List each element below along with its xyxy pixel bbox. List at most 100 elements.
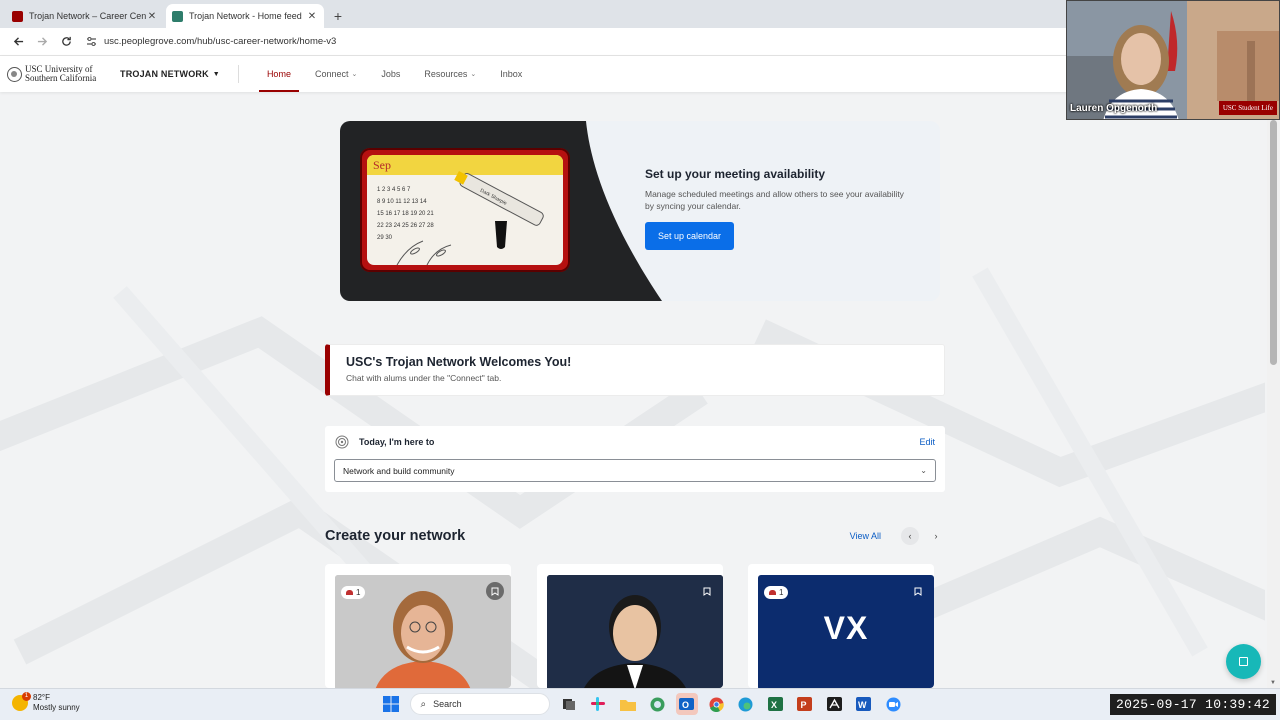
- bookmark-button[interactable]: [909, 582, 927, 600]
- svg-text:O: O: [682, 700, 689, 710]
- arrow-right-icon: [37, 37, 47, 46]
- tab-career-center[interactable]: Trojan Network – Career Center ✕: [6, 4, 164, 28]
- chat-button[interactable]: [1226, 644, 1261, 679]
- taskbar-search[interactable]: ⌕ Search: [409, 693, 550, 715]
- network-title: Create your network: [325, 528, 466, 544]
- usc-seal-icon: [7, 66, 22, 82]
- target-icon: [335, 435, 349, 449]
- video-call-tile: Lauren Opgenorth USC Student Life: [1066, 0, 1280, 120]
- acrobat-icon[interactable]: [823, 693, 845, 715]
- edit-intent-link[interactable]: Edit: [919, 437, 935, 447]
- file-explorer-icon[interactable]: [617, 693, 639, 715]
- hero-title: Set up your meeting availability: [645, 167, 826, 181]
- carousel-next-button[interactable]: ›: [927, 527, 945, 545]
- arrow-left-icon: [13, 37, 23, 46]
- bookmark-icon: [703, 587, 711, 596]
- recording-timestamp: 2025-09-17 10:39:42: [1110, 694, 1276, 715]
- svg-text:X: X: [771, 700, 777, 710]
- intent-label: Today, I'm here to: [359, 437, 435, 447]
- word-icon[interactable]: W: [853, 693, 875, 715]
- globe-app-icon[interactable]: [646, 693, 668, 715]
- windows-taskbar: 1 82°F Mostly sunny ⌕ Search O X P W 202…: [0, 688, 1280, 720]
- weather-condition: Mostly sunny: [33, 703, 80, 712]
- intent-card: Today, I'm here to Edit Network and buil…: [325, 426, 945, 492]
- reload-button[interactable]: [54, 30, 78, 54]
- task-view-icon[interactable]: [558, 693, 580, 715]
- intent-select[interactable]: Network and build community ⌄: [334, 459, 936, 482]
- welcome-banner: USC's Trojan Network Welcomes You! Chat …: [325, 344, 945, 396]
- address-bar[interactable]: usc.peoplegrove.com/hub/usc-career-netwo…: [84, 31, 1060, 53]
- logo-line-2: Southern California: [25, 73, 97, 83]
- svg-text:8 9 10 11 12 13 14: 8 9 10 11 12 13 14: [377, 199, 427, 205]
- carousel-prev-button[interactable]: ‹: [901, 527, 919, 545]
- back-button[interactable]: [6, 30, 30, 54]
- zoom-icon[interactable]: [882, 693, 904, 715]
- nav-home[interactable]: Home: [255, 56, 303, 92]
- brand-name: TROJAN NETWORK: [120, 69, 209, 79]
- sun-icon: 1: [12, 692, 31, 711]
- bookmark-icon: [914, 587, 922, 596]
- page-scrollbar[interactable]: ▼: [1267, 120, 1280, 688]
- nav-inbox[interactable]: Inbox: [488, 56, 534, 92]
- network-card[interactable]: [537, 564, 723, 688]
- view-all-link[interactable]: View All: [850, 531, 881, 541]
- profile-photo: 1: [335, 575, 511, 688]
- network-card[interactable]: 1: [325, 564, 511, 688]
- participant-name: Lauren Opgenorth: [1070, 103, 1158, 114]
- edge-icon[interactable]: [735, 693, 757, 715]
- bookmark-button[interactable]: [698, 582, 716, 600]
- tab-home-feed[interactable]: Trojan Network - Home feed ✕: [166, 4, 324, 28]
- search-icon: ⌕: [420, 698, 427, 710]
- svg-text:29 30: 29 30: [377, 235, 393, 241]
- set-up-calendar-button[interactable]: Set up calendar: [645, 222, 735, 250]
- chevron-down-icon: ⌄: [920, 466, 927, 475]
- availability-card: Sep 1 2 3 4 5 6 7 8 9 10 11 12 13 14 15 …: [340, 121, 940, 301]
- chevron-down-icon: ⌄: [470, 71, 477, 78]
- tab-title: Trojan Network - Home feed: [189, 11, 302, 21]
- powerpoint-icon[interactable]: P: [794, 693, 816, 715]
- svg-text:W: W: [858, 700, 867, 710]
- hero-description: Manage scheduled meetings and allow othe…: [645, 189, 904, 211]
- svg-text:15 16 17 18 19 20 21: 15 16 17 18 19 20 21: [377, 211, 434, 217]
- start-button[interactable]: [380, 693, 402, 715]
- peoplegrove-favicon-icon: [172, 10, 183, 22]
- temperature: 82°F: [33, 693, 50, 702]
- brand-switcher[interactable]: TROJAN NETWORK ▼: [112, 65, 239, 83]
- url-text: usc.peoplegrove.com/hub/usc-career-netwo…: [104, 36, 337, 47]
- chat-icon: [1239, 657, 1248, 666]
- reload-icon: [61, 36, 71, 46]
- profile-initials-tile: VX 1: [758, 575, 934, 688]
- connection-badge: 1: [341, 586, 366, 599]
- network-card[interactable]: VX 1: [748, 564, 934, 688]
- tab-close-icon[interactable]: ✕: [306, 11, 318, 22]
- nav-connect[interactable]: Connect ⌄: [303, 56, 369, 92]
- usc-student-life-logo: USC Student Life: [1218, 101, 1277, 115]
- nav-resources[interactable]: Resources ⌄: [412, 56, 488, 92]
- outlook-icon[interactable]: O: [675, 693, 698, 715]
- network-section-header: Create your network View All ‹ ›: [325, 522, 945, 550]
- scrollbar-thumb[interactable]: [1270, 120, 1277, 365]
- main-nav: Home Connect ⌄ Jobs Resources ⌄ Inbox: [255, 56, 534, 92]
- bookmark-button[interactable]: [486, 582, 504, 600]
- svg-text:P: P: [801, 700, 807, 710]
- chevron-down-icon: ⌄: [351, 71, 358, 78]
- slack-icon[interactable]: [587, 693, 609, 715]
- tab-close-icon[interactable]: ✕: [146, 11, 158, 22]
- caret-down-icon: ▼: [212, 70, 220, 78]
- forward-button[interactable]: [30, 30, 54, 54]
- search-placeholder: Search: [433, 699, 462, 709]
- nav-jobs[interactable]: Jobs: [369, 56, 412, 92]
- welcome-title: USC's Trojan Network Welcomes You!: [346, 355, 572, 369]
- weather-widget[interactable]: 1 82°F Mostly sunny: [12, 692, 80, 713]
- excel-icon[interactable]: X: [764, 693, 786, 715]
- usc-favicon-icon: [12, 10, 23, 22]
- profile-initials: VX: [823, 610, 869, 646]
- connection-badge: 1: [764, 586, 789, 599]
- svg-text:22 23 24 25 26 27 28: 22 23 24 25 26 27 28: [377, 223, 434, 229]
- new-tab-button[interactable]: +: [326, 4, 350, 28]
- scroll-down-arrow-icon[interactable]: ▼: [1270, 680, 1276, 686]
- site-settings-icon[interactable]: [84, 35, 98, 49]
- chrome-icon[interactable]: [705, 693, 727, 715]
- svg-text:Sep: Sep: [373, 158, 391, 172]
- usc-logo[interactable]: USC University of Southern California: [0, 56, 112, 92]
